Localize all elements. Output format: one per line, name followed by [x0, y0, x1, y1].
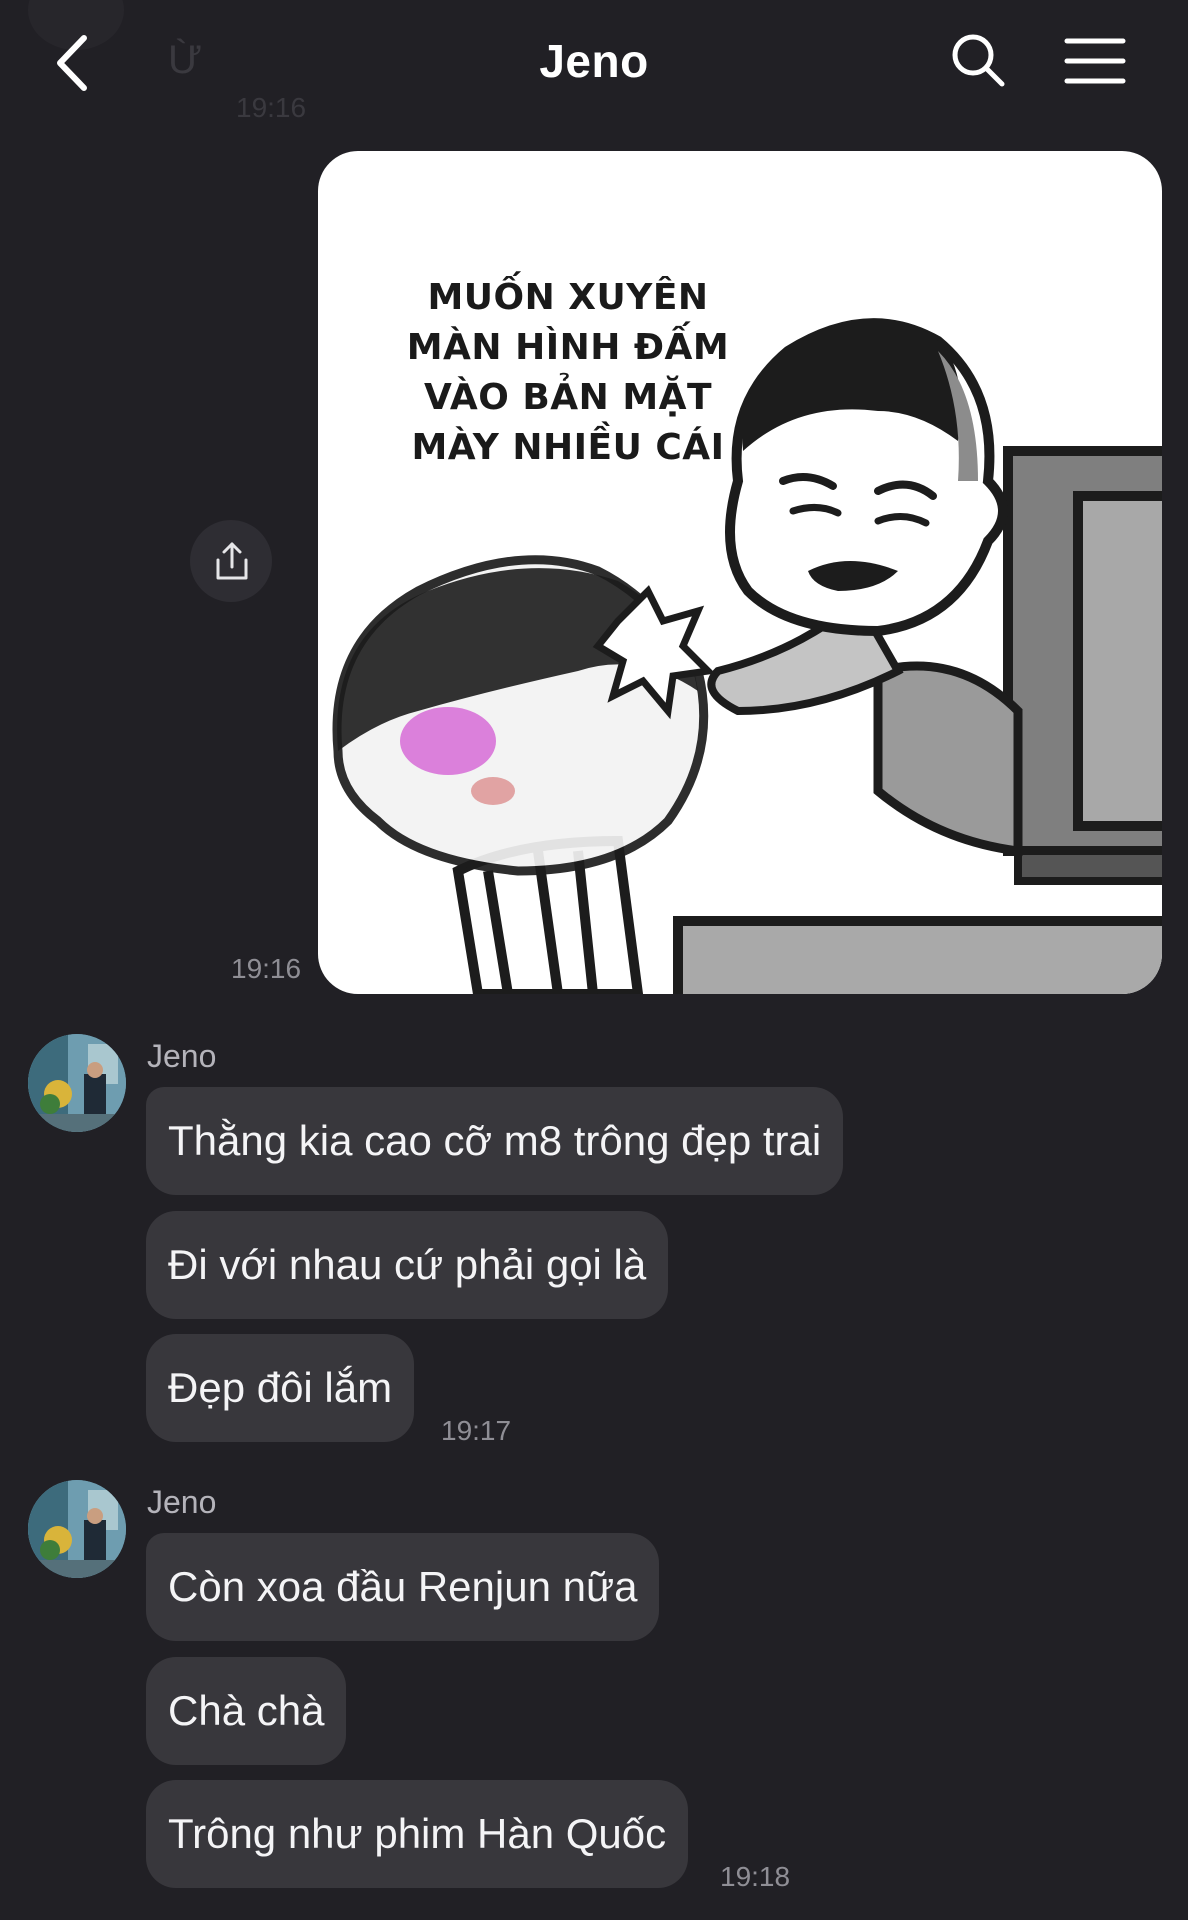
- meme-caption-line: MÀY NHIỀU CÁI: [411, 427, 725, 468]
- search-button[interactable]: [950, 32, 1006, 88]
- avatar-photo: [28, 1480, 126, 1578]
- share-button[interactable]: [190, 520, 272, 602]
- chat-header: Ừ 19:16 Jeno: [0, 0, 1188, 128]
- meme-caption-line: MÀN HÌNH ĐẤM: [406, 327, 730, 368]
- avatar-photo: [28, 1034, 126, 1132]
- message-time: 19:18: [720, 1861, 791, 1892]
- meme-caption-line: VÀO BẢN MẶT: [423, 377, 713, 418]
- message-bubble[interactable]: Đẹp đôi lắm: [146, 1334, 415, 1442]
- sender-name: Jeno: [147, 1038, 217, 1074]
- message-bubble[interactable]: Trông như phim Hàn Quốc: [146, 1780, 689, 1888]
- message-bubble[interactable]: Còn xoa đầu Renjun nữa: [146, 1533, 660, 1641]
- scrolled-message-time: 19:16: [236, 92, 307, 123]
- message-time: 19:16: [231, 953, 302, 984]
- share-icon: [216, 542, 248, 580]
- message-bubble[interactable]: Đi với nhau cứ phải gọi là: [146, 1211, 669, 1319]
- avatar[interactable]: [28, 1480, 126, 1578]
- meme-caption-line: MUỐN XUYÊN: [427, 277, 709, 318]
- message-bubble[interactable]: Thằng kia cao cỡ m8 trông đẹp trai: [146, 1087, 844, 1195]
- message-time: 19:17: [441, 1415, 512, 1446]
- sender-name: Jeno: [147, 1484, 217, 1520]
- message-bubble[interactable]: Chà chà: [146, 1657, 347, 1765]
- image-message[interactable]: MUỐN XUYÊN MÀN HÌNH ĐẤM VÀO BẢN MẶT MÀY …: [318, 151, 1162, 994]
- search-icon: [952, 34, 1005, 87]
- avatar[interactable]: [28, 1034, 126, 1132]
- chat-title: Jeno: [539, 35, 649, 87]
- hamburger-menu-icon: [1064, 38, 1126, 84]
- menu-button[interactable]: [1064, 36, 1126, 86]
- meme-caption: MUỐN XUYÊN MÀN HÌNH ĐẤM VÀO BẢN MẶT MÀY …: [378, 273, 758, 473]
